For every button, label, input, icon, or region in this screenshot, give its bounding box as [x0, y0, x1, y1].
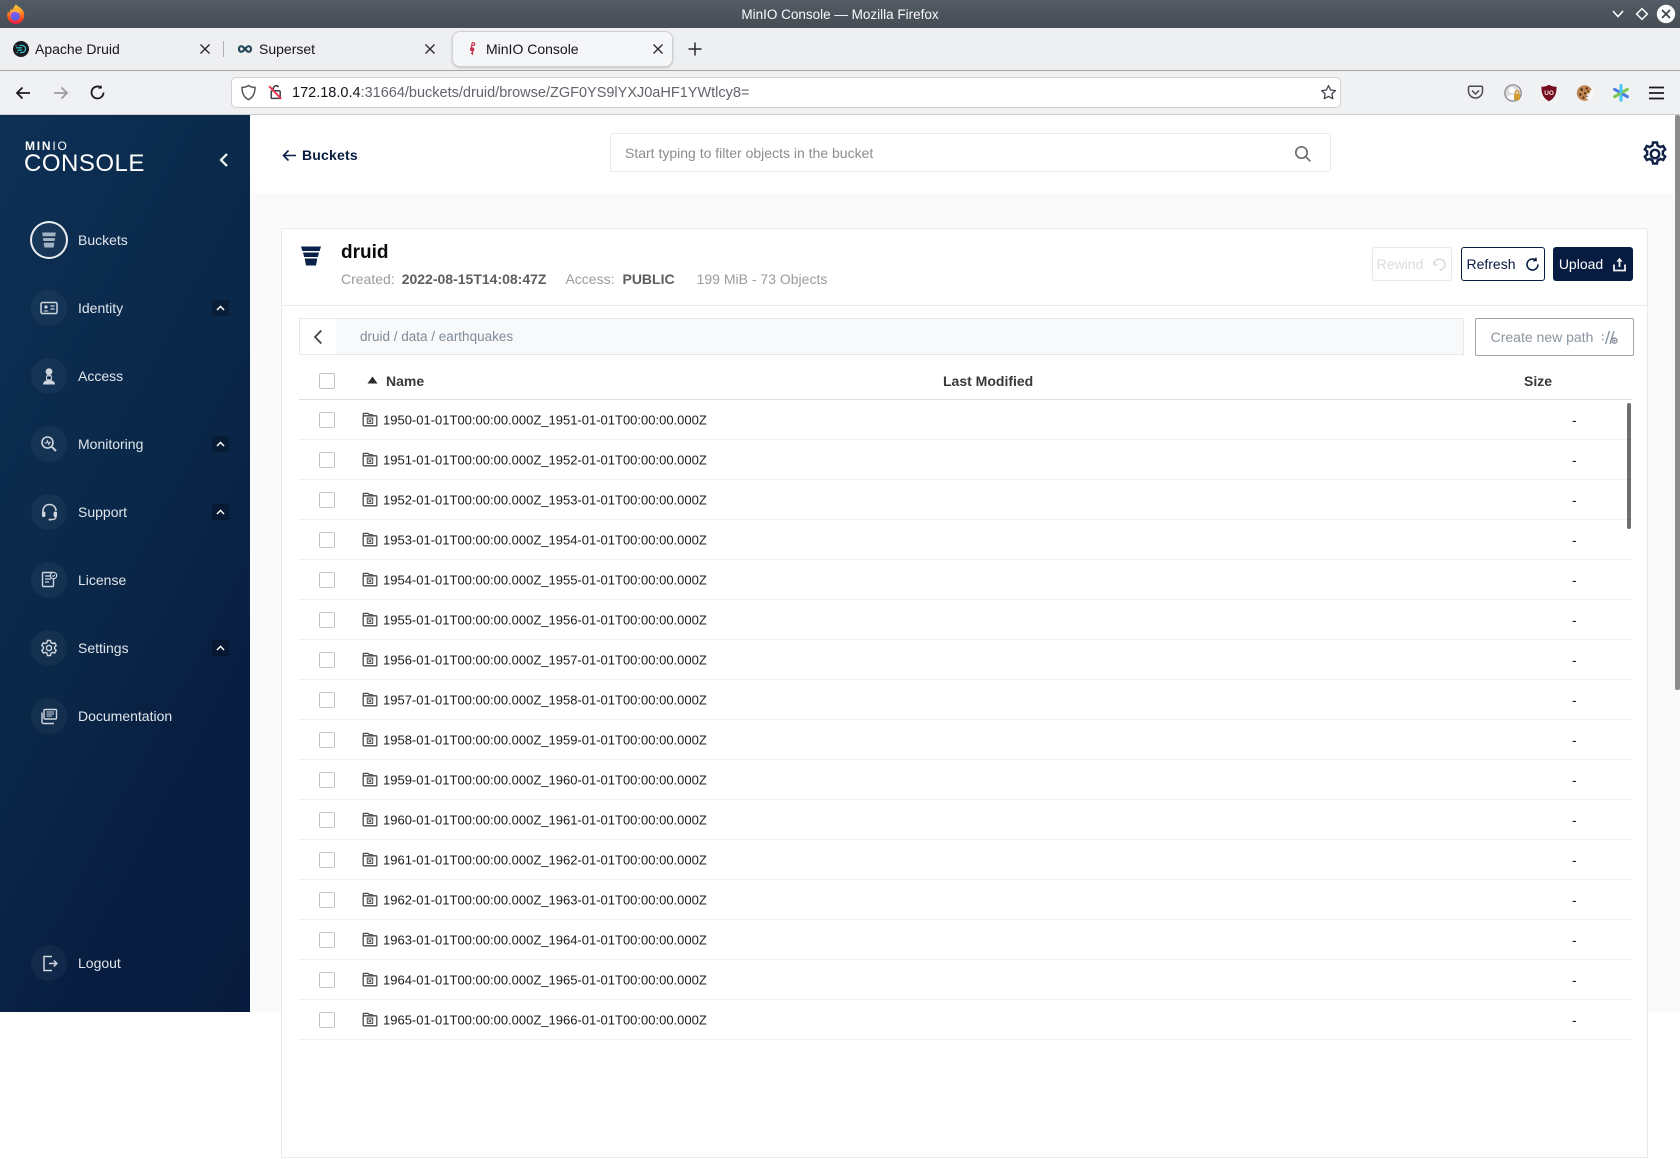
svg-text:UO: UO	[1544, 90, 1554, 97]
